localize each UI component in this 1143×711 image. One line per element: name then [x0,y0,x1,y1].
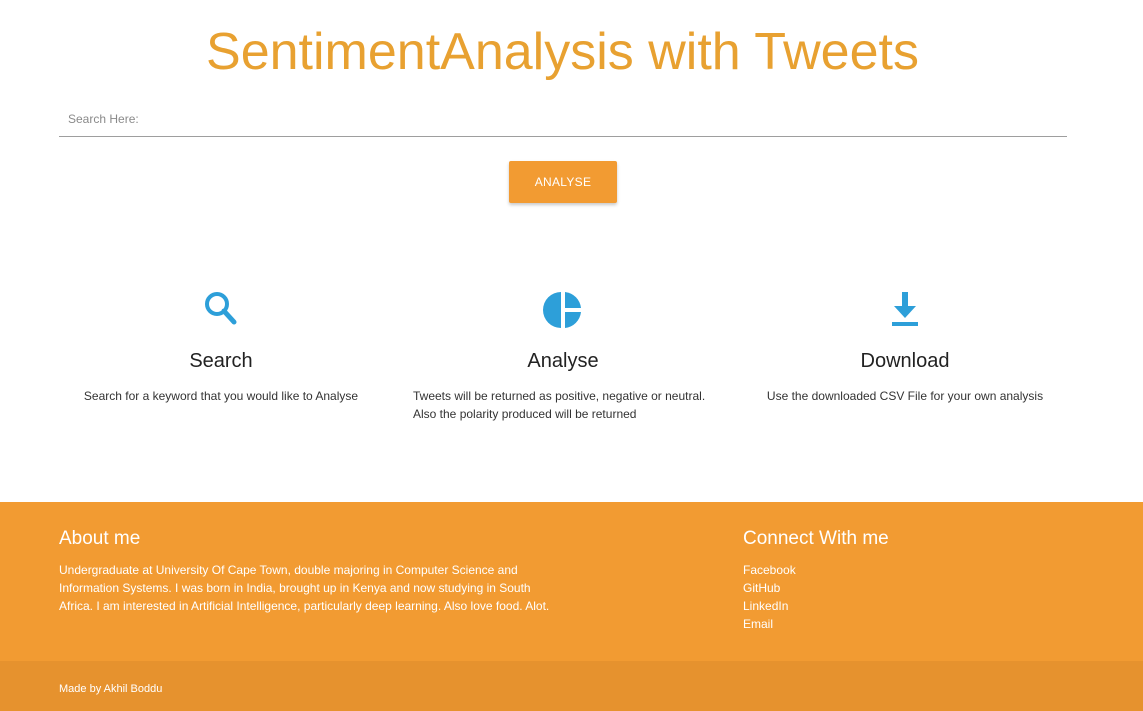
feature-title: Search [189,350,253,372]
feature-title: Download [860,350,950,372]
page-title: SentimentAnalysis with Tweets [206,23,919,81]
connect-links: Facebook GitHub LinkedIn Email [743,561,796,633]
footer: About me Undergraduate at University Of … [0,502,1143,661]
made-by-credit: Made by Akhil Boddu [59,683,163,695]
feature-description-line: Tweets will be returned as positive, neg… [413,389,706,403]
github-link[interactable]: GitHub [743,581,780,595]
feature-description-line: Also the polarity produced will be retur… [413,407,637,421]
page: SentimentAnalysis with Tweets ANALYSE Se… [0,0,1143,711]
feature-search: Search Search for a keyword that you wou… [50,288,392,405]
search-input[interactable] [59,104,1067,134]
feature-title: Analyse [527,350,599,372]
connect-title: Connect With me [743,528,889,549]
footer-copyright: Made by Akhil Boddu [0,661,1143,711]
feature-description: Search for a keyword that you would like… [83,389,359,403]
feature-analyse: Analyse Tweets will be returned as posit… [392,288,734,423]
linkedin-link[interactable]: LinkedIn [743,599,788,613]
analyse-button[interactable]: ANALYSE [509,161,617,203]
email-link[interactable]: Email [743,617,773,631]
pie-chart-icon [543,292,581,328]
search-field [59,104,1067,137]
download-icon [892,292,918,326]
feature-description: Tweets will be returned as positive, neg… [392,387,734,423]
feature-download: Download Use the downloaded CSV File for… [734,288,1076,405]
about-title: About me [59,528,141,549]
feature-description: Use the downloaded CSV File for your own… [766,389,1044,403]
search-icon [205,292,237,325]
about-text: Undergraduate at University Of Cape Town… [59,563,550,613]
facebook-link[interactable]: Facebook [743,563,796,577]
